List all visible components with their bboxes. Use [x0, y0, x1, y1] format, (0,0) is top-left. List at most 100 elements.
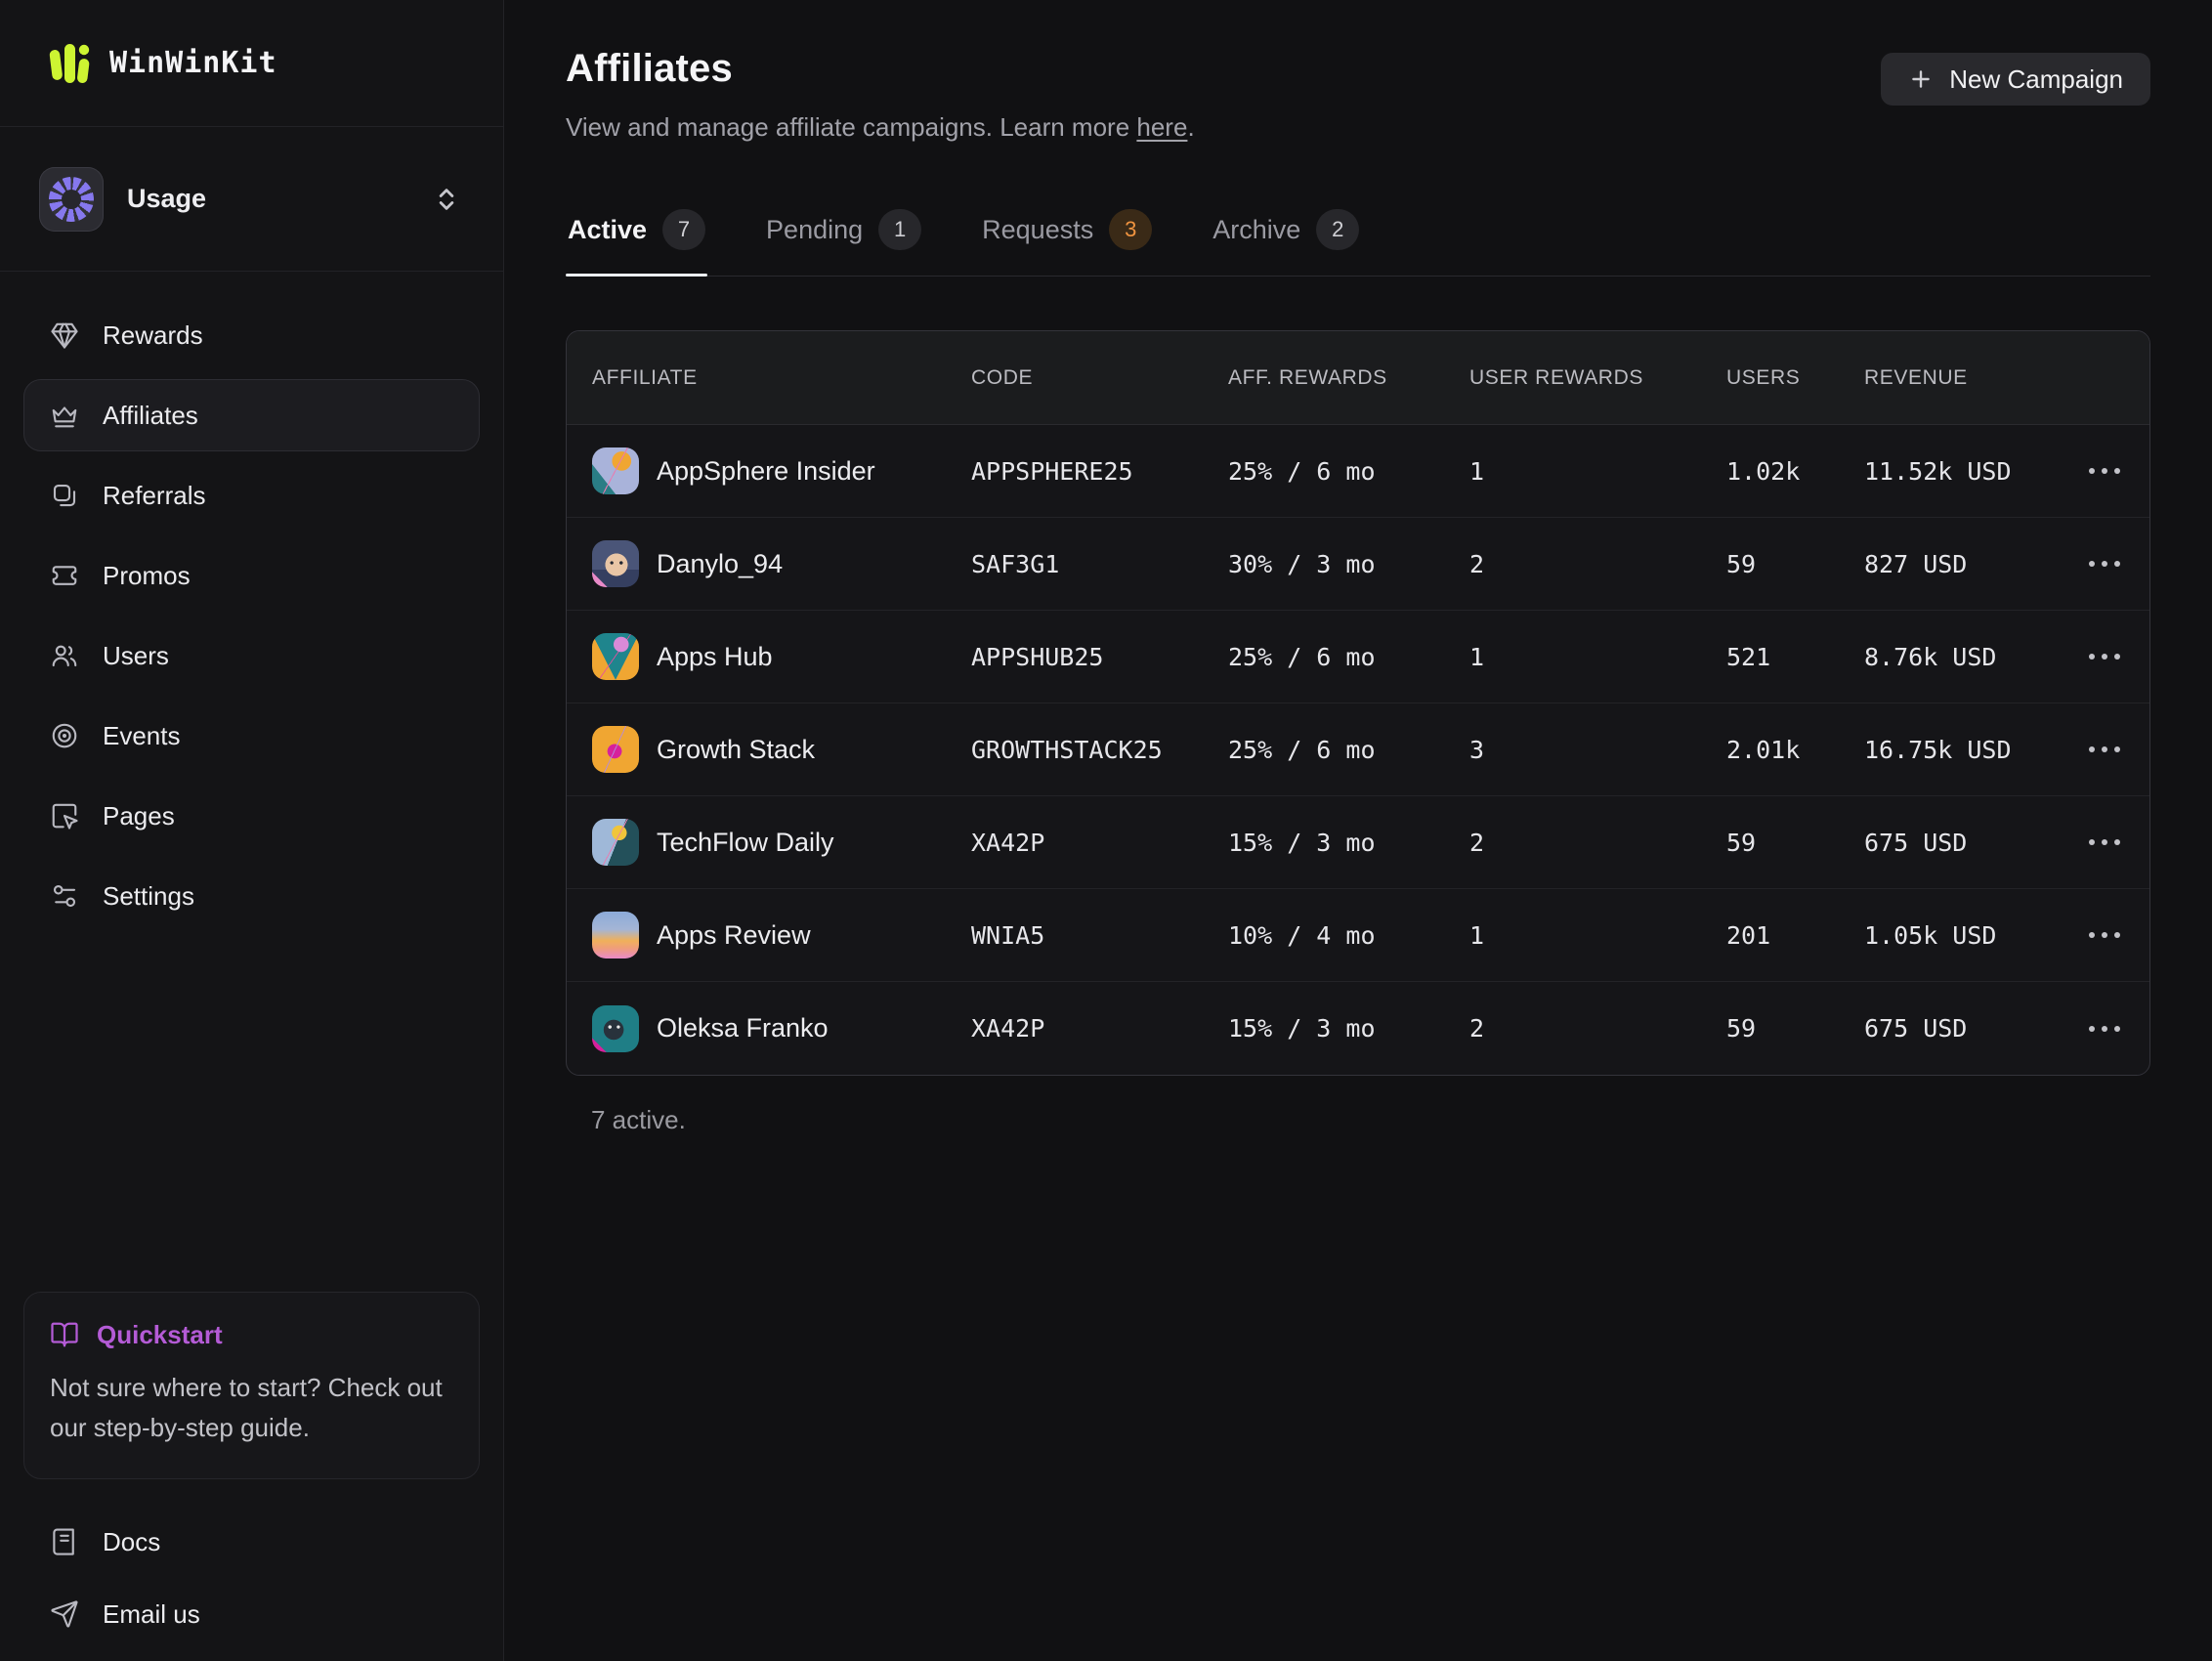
- column-header-revenue: REVENUE: [1864, 366, 2083, 390]
- tab-label: Active: [568, 215, 647, 245]
- column-header-affiliate: AFFILIATE: [592, 366, 971, 390]
- affiliate-name: TechFlow Daily: [657, 828, 834, 858]
- affiliate-avatar: [592, 447, 639, 494]
- sidebar-item-affiliates[interactable]: Affiliates: [23, 379, 480, 451]
- crown-icon: [50, 401, 79, 430]
- aff-rewards-value: 25% / 6 mo: [1228, 643, 1469, 671]
- users-value: 59: [1726, 829, 1864, 857]
- tab-count-badge: 3: [1109, 209, 1152, 250]
- tab-count-badge: 1: [878, 209, 921, 250]
- row-menu-button[interactable]: [2083, 458, 2126, 484]
- tab-pending[interactable]: Pending 1: [764, 203, 923, 276]
- user-rewards-value: 1: [1469, 921, 1726, 950]
- aff-rewards-value: 15% / 3 mo: [1228, 829, 1469, 857]
- tab-count-badge: 7: [662, 209, 705, 250]
- sidebar-item-rewards[interactable]: Rewards: [23, 299, 480, 371]
- affiliates-table: AFFILIATE CODE AFF. REWARDS USER REWARDS…: [566, 330, 2150, 1076]
- main-content: Affiliates View and manage affiliate cam…: [504, 0, 2212, 1661]
- subtitle-period: .: [1187, 112, 1194, 142]
- table-row[interactable]: AppSphere Insider APPSPHERE25 25% / 6 mo…: [567, 425, 2149, 518]
- row-menu-button[interactable]: [2083, 922, 2126, 948]
- users-value: 1.02k: [1726, 457, 1864, 486]
- brand-name: WinWinKit: [109, 46, 277, 80]
- sidebar-item-promos[interactable]: Promos: [23, 539, 480, 612]
- sidebar-item-label: Pages: [103, 801, 175, 831]
- tab-count-badge: 2: [1316, 209, 1359, 250]
- affiliate-name: Danylo_94: [657, 549, 783, 579]
- user-rewards-value: 1: [1469, 457, 1726, 486]
- tab-label: Archive: [1212, 215, 1300, 245]
- learn-more-link[interactable]: here: [1136, 112, 1187, 142]
- copy-icon: [50, 481, 79, 510]
- subtitle-text: View and manage affiliate campaigns. Lea…: [566, 112, 1136, 142]
- app-avatar: [39, 167, 104, 232]
- tab-bar: Active 7 Pending 1 Requests 3 Archive 2: [566, 203, 2150, 277]
- tab-archive[interactable]: Archive 2: [1211, 203, 1361, 276]
- sidebar-item-label: Events: [103, 721, 181, 751]
- target-icon: [50, 721, 79, 750]
- row-menu-button[interactable]: [2083, 551, 2126, 576]
- sliders-icon: [50, 881, 79, 911]
- brand-logo-icon: [49, 41, 92, 86]
- row-menu-button[interactable]: [2083, 644, 2126, 669]
- quickstart-card[interactable]: Quickstart Not sure where to start? Chec…: [23, 1292, 480, 1479]
- table-row[interactable]: Growth Stack GROWTHSTACK25 25% / 6 mo 3 …: [567, 703, 2149, 796]
- new-campaign-button[interactable]: New Campaign: [1881, 53, 2150, 106]
- affiliate-code: APPSPHERE25: [971, 457, 1228, 486]
- sidebar-item-email-us[interactable]: Email us: [23, 1581, 480, 1647]
- sidebar-nav: Rewards Affiliates Referrals Promos User…: [0, 272, 503, 932]
- table-body: AppSphere Insider APPSPHERE25 25% / 6 mo…: [567, 425, 2149, 1075]
- column-header-users: USERS: [1726, 366, 1864, 390]
- sidebar-item-label: Rewards: [103, 320, 203, 351]
- sidebar-item-label: Promos: [103, 561, 191, 591]
- row-menu-button[interactable]: [2083, 1016, 2126, 1042]
- book-open-icon: [50, 1320, 79, 1349]
- new-campaign-label: New Campaign: [1949, 64, 2123, 95]
- row-menu-button[interactable]: [2083, 737, 2126, 762]
- affiliate-avatar: [592, 819, 639, 866]
- sidebar-item-pages[interactable]: Pages: [23, 780, 480, 852]
- table-row[interactable]: TechFlow Daily XA42P 15% / 3 mo 2 59 675…: [567, 796, 2149, 889]
- app-switcher[interactable]: Usage: [0, 127, 503, 272]
- sidebar-item-label: Users: [103, 641, 169, 671]
- user-rewards-value: 1: [1469, 643, 1726, 671]
- docs-icon: [50, 1527, 79, 1556]
- table-row[interactable]: Oleksa Franko XA42P 15% / 3 mo 2 59 675 …: [567, 982, 2149, 1075]
- sidebar-item-label: Email us: [103, 1599, 200, 1630]
- sidebar-item-referrals[interactable]: Referrals: [23, 459, 480, 532]
- table-header: AFFILIATE CODE AFF. REWARDS USER REWARDS…: [567, 331, 2149, 425]
- sidebar-item-events[interactable]: Events: [23, 700, 480, 772]
- users-value: 201: [1726, 921, 1864, 950]
- sidebar-item-users[interactable]: Users: [23, 619, 480, 692]
- sidebar-item-settings[interactable]: Settings: [23, 860, 480, 932]
- aff-rewards-value: 15% / 3 mo: [1228, 1014, 1469, 1043]
- quickstart-title: Quickstart: [97, 1320, 223, 1350]
- table-footer-text: 7 active.: [591, 1105, 2150, 1135]
- tab-label: Requests: [982, 215, 1093, 245]
- sidebar-item-label: Affiliates: [103, 401, 198, 431]
- send-icon: [50, 1599, 79, 1629]
- sidebar: WinWinKit Usage Rewards Affiliates Refer…: [0, 0, 504, 1661]
- tab-active[interactable]: Active 7: [566, 203, 707, 276]
- affiliate-avatar: [592, 912, 639, 958]
- sidebar-item-label: Docs: [103, 1527, 160, 1557]
- chevrons-up-down-icon: [433, 186, 460, 213]
- brand-logo: WinWinKit: [0, 0, 503, 127]
- ticket-icon: [50, 561, 79, 590]
- affiliate-avatar: [592, 540, 639, 587]
- affiliate-code: GROWTHSTACK25: [971, 736, 1228, 764]
- users-value: 59: [1726, 550, 1864, 578]
- tab-requests[interactable]: Requests 3: [980, 203, 1154, 276]
- affiliate-code: SAF3G1: [971, 550, 1228, 578]
- plus-icon: [1908, 66, 1934, 92]
- user-rewards-value: 2: [1469, 550, 1726, 578]
- affiliate-code: XA42P: [971, 1014, 1228, 1043]
- row-menu-button[interactable]: [2083, 830, 2126, 855]
- table-row[interactable]: Danylo_94 SAF3G1 30% / 3 mo 2 59 827 USD: [567, 518, 2149, 611]
- sidebar-item-docs[interactable]: Docs: [23, 1509, 480, 1575]
- sidebar-item-label: Settings: [103, 881, 194, 912]
- table-row[interactable]: Apps Hub APPSHUB25 25% / 6 mo 1 521 8.76…: [567, 611, 2149, 703]
- table-row[interactable]: Apps Review WNIA5 10% / 4 mo 1 201 1.05k…: [567, 889, 2149, 982]
- sidebar-item-label: Referrals: [103, 481, 205, 511]
- affiliate-code: XA42P: [971, 829, 1228, 857]
